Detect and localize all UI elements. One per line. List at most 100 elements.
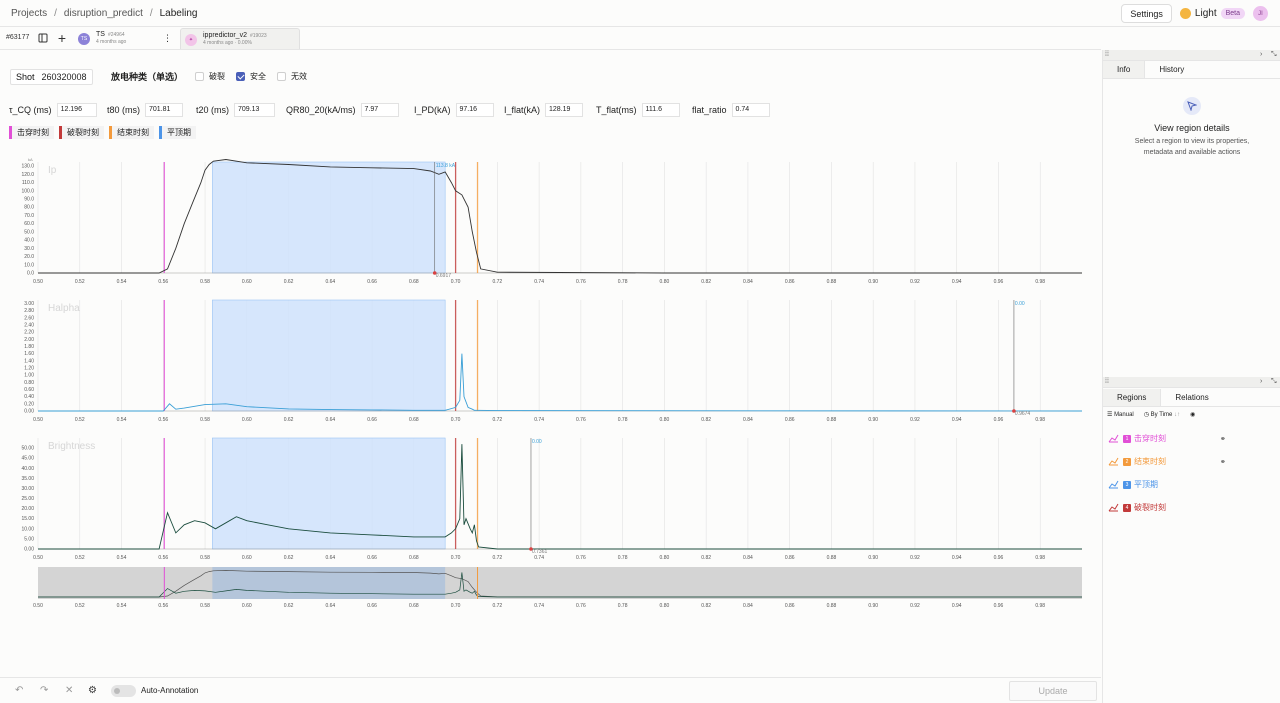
x-tick-label: 0.98	[1035, 279, 1045, 285]
chart-title: Ip	[48, 165, 57, 176]
metric-ipd: I_PD(kA) 97.16	[414, 103, 494, 117]
sort-by-time-button[interactable]: ◷ By Time ↓↑	[1144, 411, 1180, 418]
region-flat-top	[212, 161, 446, 274]
top-bar: Projects / disruption_predict / Labeling Set…	[0, 0, 1280, 27]
x-tick-label: 0.94	[952, 555, 962, 561]
checkbox[interactable]	[277, 72, 287, 81]
tab-relations[interactable]: Relations	[1161, 389, 1222, 406]
x-tick-label: 0.60	[242, 555, 252, 561]
x-tick-label: 0.76	[576, 555, 586, 561]
region-item[interactable]: 4 破裂时刻	[1108, 496, 1278, 519]
label-flat-top[interactable]: 平顶期	[159, 126, 196, 139]
redo-icon[interactable]: ↷	[40, 685, 48, 696]
chart-line-icon	[1108, 457, 1119, 466]
y-tick-label: 1.80	[24, 344, 34, 350]
x-tick-label: 0.52	[75, 279, 85, 285]
info-empty-state: View region details Select a region to v…	[1103, 97, 1280, 158]
x-tick-label: 0.60	[242, 417, 252, 423]
x-tick-label: 0.78	[618, 555, 628, 561]
eye-icon[interactable]: ◉	[1190, 411, 1195, 418]
sliders-icon[interactable]: ⚙	[88, 685, 97, 696]
metric-value[interactable]: 701.81	[145, 103, 184, 117]
tab-info[interactable]: Info	[1103, 61, 1146, 78]
x-tick-label: 0.72	[492, 417, 502, 423]
y-tick-label: 50.00	[21, 446, 34, 452]
y-tick-label: 15.00	[21, 516, 34, 522]
breadcrumb-projects[interactable]: Projects	[11, 8, 47, 19]
region-item[interactable]: 3 平顶期	[1108, 473, 1278, 496]
bottom-bar: ↶ ↷ ✕ ⚙ Auto-Annotation Update	[0, 677, 1101, 703]
metric-label: t20 (ms)	[196, 105, 230, 115]
x-tick-label: 0.90	[868, 417, 878, 423]
label-end-time[interactable]: 结束时刻	[109, 126, 154, 139]
metric-value[interactable]: 12.196	[56, 103, 97, 117]
x-tick-label: 0.72	[492, 555, 502, 561]
region-item[interactable]: 2 结束时刻 ⚭	[1108, 450, 1278, 473]
breadcrumb-project[interactable]: disruption_predict	[64, 8, 143, 19]
metric-value[interactable]: 128.19	[545, 103, 584, 117]
drag-handle-icon[interactable]: ⁞⁞	[1105, 378, 1109, 385]
metric-value[interactable]: 0.74	[731, 103, 770, 117]
metric-value[interactable]: 111.6	[641, 103, 680, 117]
metric-value[interactable]: 7.97	[360, 103, 399, 117]
x-tick-label: 0.68	[409, 417, 419, 423]
chart-panel-halpha: Halpha0.000.200.400.600.801.001.201.401.…	[24, 299, 1083, 423]
series-line	[38, 353, 1083, 412]
undo-icon[interactable]: ↶	[15, 685, 23, 696]
y-tick-label: 100.0	[21, 188, 34, 194]
collapse-icon[interactable]: ⤡	[1271, 378, 1277, 386]
link-icon[interactable]: ⚭	[1220, 458, 1226, 466]
info-empty-title: View region details	[1154, 123, 1230, 133]
auto-annotation-label: Auto-Annotation	[141, 686, 199, 695]
y-tick-label: 10.00	[21, 526, 34, 532]
label-disruption-time[interactable]: 破裂时刻	[59, 126, 104, 139]
more-options-icon[interactable]: ⋮	[163, 33, 172, 44]
close-icon[interactable]: ✕	[65, 685, 73, 696]
cursor-icon	[1183, 97, 1201, 115]
x-tick-label: 0.88	[827, 417, 837, 423]
timeseries-charts[interactable]: Ip kA 0.0 10.0 20.0 30.0 40.0 50.0 60.0 70.0 80.0 9…	[0, 150, 1101, 610]
checkbox[interactable]	[195, 72, 205, 81]
y-tick-label: 120.0	[21, 172, 34, 178]
info-tabs: Info History	[1103, 61, 1280, 79]
update-button[interactable]: Update	[1009, 681, 1097, 701]
tab-regions[interactable]: Regions	[1103, 389, 1162, 406]
y-tick-label: 3.00	[24, 301, 34, 307]
x-tick-label: 0.88	[827, 555, 837, 561]
x-tick-label: 0.86	[785, 603, 795, 609]
auto-annotation-toggle[interactable]	[111, 685, 136, 697]
theme-toggle[interactable]: Light Beta	[1179, 8, 1245, 19]
metric-value[interactable]: 97.16	[455, 103, 494, 117]
panel-header: ⁞⁞ › ⤡	[1103, 377, 1280, 388]
collapse-icon[interactable]: ⤡	[1271, 51, 1277, 59]
add-annotation-icon[interactable]: +	[55, 30, 69, 46]
user-avatar[interactable]: JI	[1253, 6, 1268, 21]
metric-value[interactable]: 709.13	[234, 103, 276, 117]
choice-safe[interactable]: 安全	[236, 71, 266, 82]
label-breakdown-time[interactable]: 击穿时刻	[9, 126, 54, 139]
choice-invalid[interactable]: 无效	[277, 71, 307, 82]
tab-history[interactable]: History	[1145, 61, 1198, 78]
choice-disruption[interactable]: 破裂	[195, 71, 225, 82]
x-tick-label: 0.74	[534, 279, 544, 285]
chevron-right-icon[interactable]: ›	[1260, 51, 1262, 58]
annotation-tab-ippredictor[interactable]: ✦ ippredictor_v2 #19023 4 months ago · 0.…	[180, 28, 300, 49]
y-tick-label: 80.0	[24, 205, 34, 211]
x-tick-label: 0.74	[534, 603, 544, 609]
x-tick-label: 0.82	[701, 555, 711, 561]
link-icon[interactable]: ⚭	[1220, 435, 1226, 443]
chart-panel-ip: Ip kA 0.0 10.0 20.0 30.0 40.0 50.0 60.0 70.0 80.0 9…	[21, 157, 1082, 285]
drag-handle-icon[interactable]: ⁞⁞	[1105, 51, 1109, 58]
region-item[interactable]: 1 击穿时刻 ⚭	[1108, 427, 1278, 450]
chevron-right-icon[interactable]: ›	[1260, 378, 1262, 385]
annotation-tab-ts[interactable]: TS TS #24964 4 months ago ⋮	[78, 28, 176, 49]
settings-button[interactable]: Settings	[1121, 4, 1172, 23]
x-tick-label: 0.94	[952, 603, 962, 609]
panel-toggle-icon[interactable]	[36, 31, 50, 45]
breadcrumb-separator: /	[54, 8, 57, 19]
y-tick-label: 0.0	[27, 271, 34, 277]
checkbox-checked[interactable]	[236, 72, 246, 81]
manual-sort-button[interactable]: ☰ Manual	[1107, 411, 1134, 418]
y-tick-label: 2.60	[24, 315, 34, 321]
overview-scrubber: 0.50 0.52 0.54 0.56 0.58 0.60 0.62 0.64 0.66 0.68…	[33, 567, 1082, 609]
